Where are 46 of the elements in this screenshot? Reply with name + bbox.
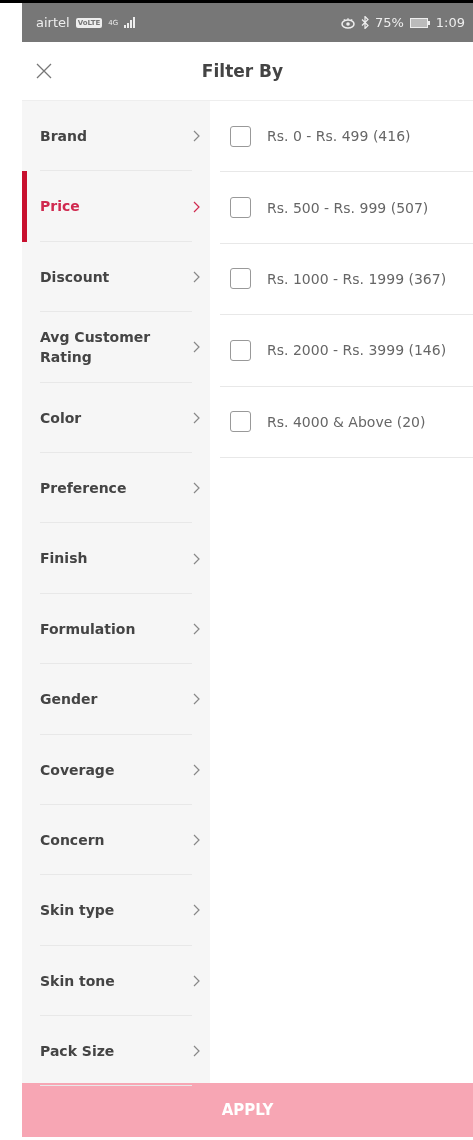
- eye-icon: [340, 16, 355, 29]
- filter-category[interactable]: Brand: [22, 101, 210, 172]
- battery-percentage: 75%: [374, 15, 404, 30]
- checkbox[interactable]: [230, 339, 251, 361]
- signal-icon: [124, 17, 137, 28]
- chevron-right-icon: [193, 763, 200, 776]
- filter-category[interactable]: Preference: [22, 452, 210, 524]
- option-label[interactable]: Rs. 2000 - Rs. 3999 (146): [267, 342, 447, 359]
- filter-category[interactable]: Finish: [22, 523, 210, 594]
- option-label[interactable]: Rs. 1000 - Rs. 1999 (367): [267, 270, 447, 287]
- page-title: Filter By: [201, 61, 284, 81]
- chevron-right-icon: [193, 200, 200, 213]
- chevron-right-icon: [193, 482, 200, 495]
- filter-category[interactable]: Skin tone: [22, 945, 210, 1017]
- battery-icon: [409, 17, 430, 28]
- option-label[interactable]: Rs. 500 - Rs. 999 (507): [267, 199, 429, 216]
- chevron-right-icon: [193, 341, 200, 354]
- checkbox[interactable]: [230, 411, 251, 433]
- filter-category[interactable]: Concern: [22, 804, 210, 876]
- filter-category[interactable]: Coverage: [22, 734, 210, 805]
- chevron-right-icon: [193, 904, 200, 917]
- chevron-right-icon: [193, 411, 200, 424]
- close-icon[interactable]: [36, 63, 52, 79]
- filter-category[interactable]: Color: [22, 382, 210, 453]
- chevron-right-icon: [193, 130, 200, 143]
- filter-category[interactable]: Price: [22, 171, 210, 242]
- chevron-right-icon: [193, 270, 200, 283]
- filter-category[interactable]: Discount: [22, 241, 210, 313]
- bluetooth-icon: [360, 16, 369, 29]
- clock-time: 1:09: [435, 15, 465, 30]
- checkbox[interactable]: [230, 197, 251, 219]
- option-label[interactable]: Rs. 0 - Rs. 499 (416): [267, 128, 411, 145]
- chevron-right-icon: [193, 1045, 200, 1058]
- chevron-right-icon: [193, 622, 200, 635]
- chevron-right-icon: [193, 974, 200, 987]
- filter-category[interactable]: Formulation: [22, 593, 210, 665]
- checkbox[interactable]: [230, 268, 251, 290]
- filter-category[interactable]: Gender: [22, 664, 210, 735]
- chevron-right-icon: [193, 834, 200, 847]
- chevron-right-icon: [193, 552, 200, 565]
- chevron-right-icon: [193, 693, 200, 706]
- carrier-name: airtel: [36, 15, 70, 30]
- filter-category[interactable]: Skin type: [22, 875, 210, 946]
- checkbox[interactable]: [230, 125, 251, 147]
- option-label[interactable]: Rs. 4000 & Above (20): [267, 413, 426, 430]
- filter-category[interactable]: Avg Customer Rating: [22, 312, 210, 383]
